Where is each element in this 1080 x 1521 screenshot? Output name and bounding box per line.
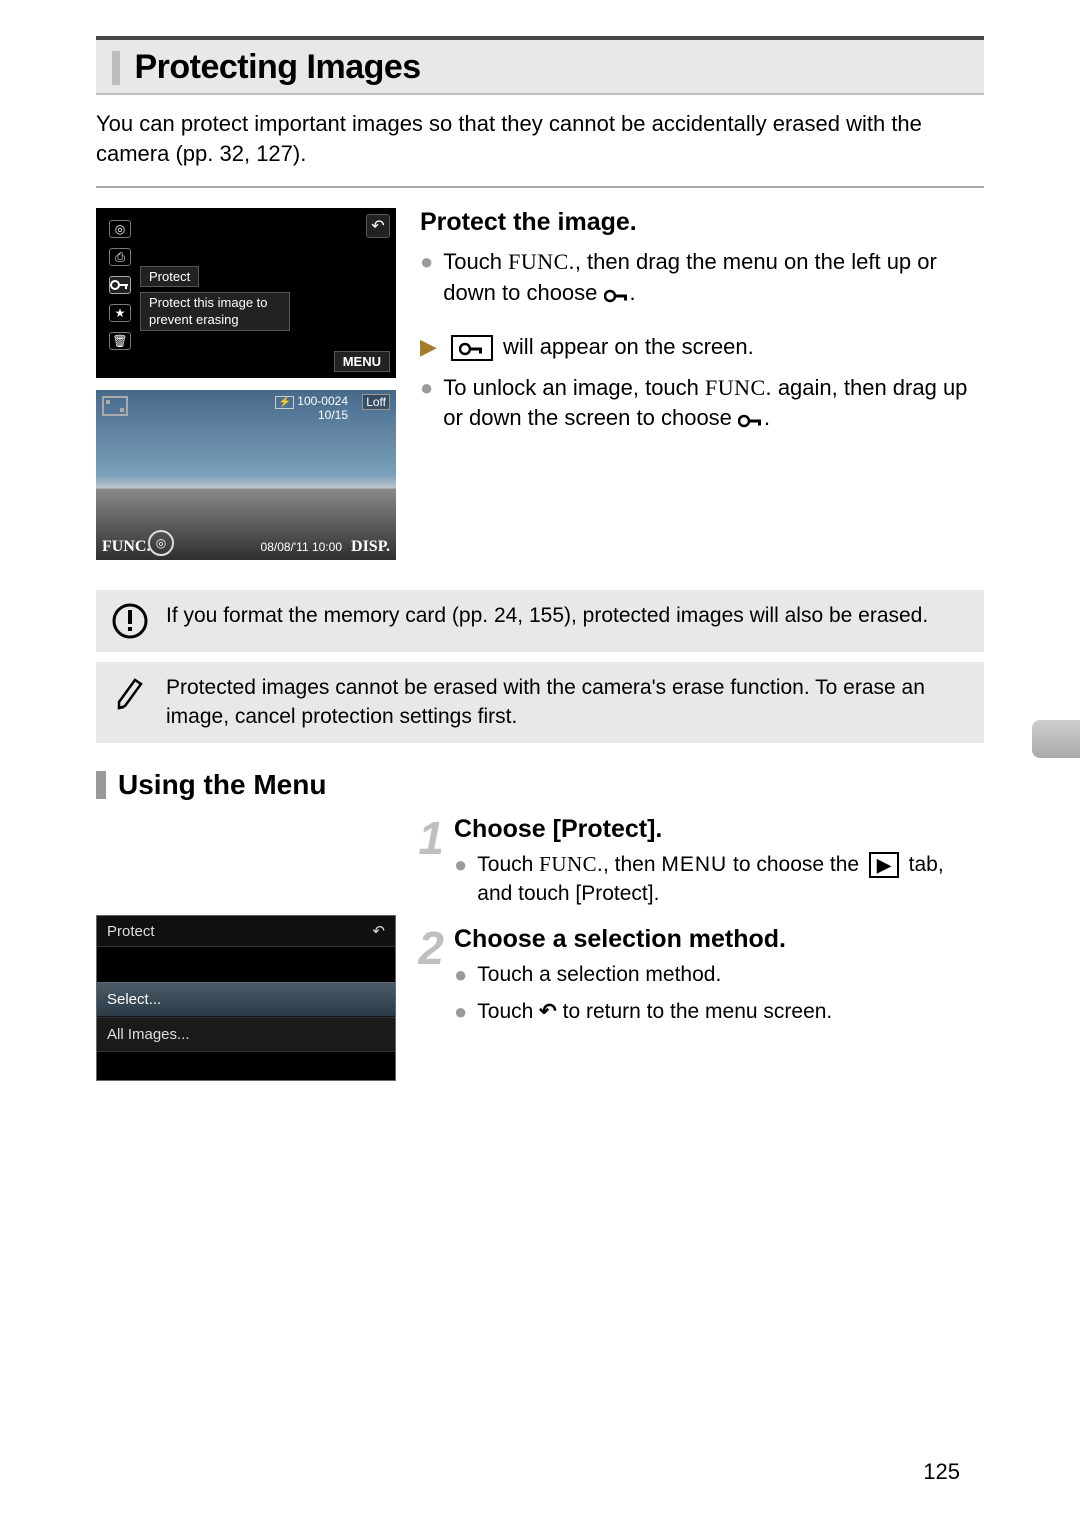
intro-text: You can protect important images so that… <box>96 109 984 168</box>
folder-info: ⚡ 100-0024 10/15 <box>275 394 348 422</box>
protect-instruction-2: To unlock an image, touch FUNC. again, t… <box>443 373 984 435</box>
key-icon <box>738 404 764 435</box>
page-title-bar: Protecting Images <box>96 36 984 95</box>
trash-icon: 🗑 <box>109 332 131 350</box>
menu-label: MENU <box>334 351 390 372</box>
bullet-icon: ● <box>454 960 467 991</box>
protect-hint: Protect this image to prevent erasing <box>140 292 290 331</box>
return-icon: ↶ <box>539 1000 557 1023</box>
step-2: 2 Choose a selection method. ● Touch a s… <box>410 925 984 1034</box>
play-tab-icon: ▶ <box>869 852 899 878</box>
caution-note: If you format the memory card (pp. 24, 1… <box>96 590 984 652</box>
print-icon: ⎙ <box>109 248 131 266</box>
menu-title: Protect <box>107 923 155 940</box>
slideshow-icon: ◎ <box>109 220 131 238</box>
step-number: 1 <box>410 815 444 915</box>
step-1-text: Touch FUNC., then MENU to choose the ▶ t… <box>477 850 984 909</box>
tip-text: Protected images cannot be erased with t… <box>166 674 972 731</box>
bullet-icon: ● <box>420 247 433 309</box>
step-2-heading: Choose a selection method. <box>454 925 984 954</box>
divider <box>96 186 984 188</box>
key-frame-icon <box>451 335 493 361</box>
pencil-icon <box>108 674 152 731</box>
lcd-func-menu: ↶ ◎ ⎙ ★ 🗑 Protect Protect this image to … <box>96 208 396 378</box>
caution-text: If you format the memory card (pp. 24, 1… <box>166 602 928 640</box>
side-tab <box>1032 720 1080 758</box>
menu-row-all-images: All Images... <box>97 1017 395 1051</box>
key-icon <box>109 276 131 294</box>
protect-heading: Protect the image. <box>420 208 984 237</box>
using-menu-heading: Using the Menu <box>96 769 984 801</box>
menu-row-select: Select... <box>97 982 395 1017</box>
caution-icon <box>108 602 152 640</box>
camera-screenshots: ↶ ◎ ⎙ ★ 🗑 Protect Protect this image to … <box>96 208 396 572</box>
thumbnail-icon <box>102 396 128 416</box>
step-2-text-2: Touch ↶ to return to the menu screen. <box>477 997 984 1028</box>
page-title: Protecting Images <box>134 48 420 87</box>
back-icon: ↶ <box>366 214 390 238</box>
bullet-icon: ● <box>420 373 433 435</box>
tip-note: Protected images cannot be erased with t… <box>96 662 984 743</box>
key-icon <box>604 279 630 310</box>
page-number: 125 <box>923 1459 960 1485</box>
step-2-text-1: Touch a selection method. <box>477 960 984 991</box>
lcd-playback: ⚡ 100-0024 10/15 Loff FUNC. ◎ 08/08/'11 … <box>96 390 396 560</box>
step-1: 1 Choose [Protect]. ● Touch FUNC., then … <box>410 815 984 915</box>
step-number: 2 <box>410 925 444 1034</box>
step-1-heading: Choose [Protect]. <box>454 815 984 844</box>
bullet-icon: ● <box>454 997 467 1028</box>
protect-result-1: will appear on the screen. <box>447 332 754 363</box>
datetime: 08/08/'11 10:00 <box>261 540 342 554</box>
bullet-icon: ● <box>454 850 467 909</box>
star-icon: ★ <box>109 304 131 322</box>
back-icon: ↶ <box>372 922 385 940</box>
loff-badge: Loff <box>362 394 390 410</box>
protect-instruction-1: Touch FUNC., then drag the menu on the l… <box>443 247 984 309</box>
result-arrow-icon: ▶ <box>420 332 437 363</box>
disp-label: DISP. <box>351 538 390 556</box>
menu-screenshot: Protect ↶ Select... All Images... <box>96 915 396 1081</box>
title-accent <box>112 51 120 85</box>
func-label: FUNC. <box>102 538 150 556</box>
protect-label: Protect <box>140 266 199 287</box>
